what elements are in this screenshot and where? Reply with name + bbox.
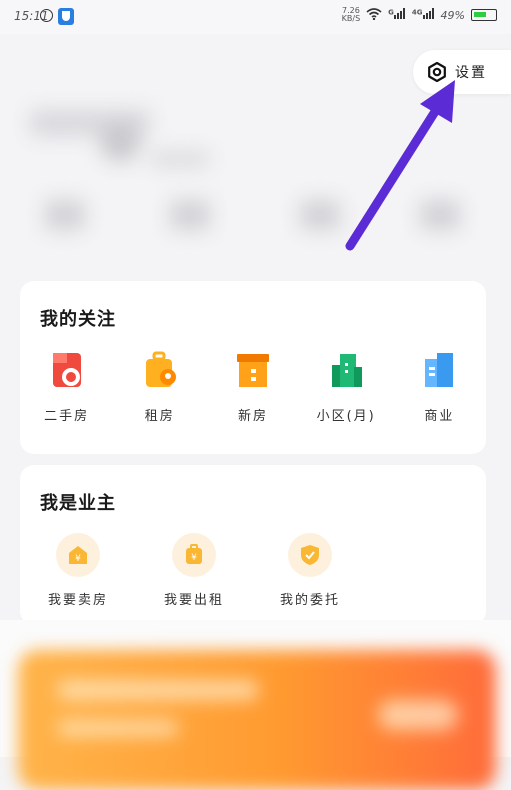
signal-2-icon: 4G	[412, 8, 435, 22]
follow-item-new-house[interactable]: 新房	[206, 351, 299, 424]
rent-luggage-icon	[145, 351, 176, 387]
owner-card: 我是业主 ¥ 我要卖房 ¥ 我要出租 我的委托	[20, 465, 486, 625]
my-follow-title: 我的关注	[40, 309, 116, 330]
signal-2-label: 4G	[411, 8, 423, 17]
follow-item-label: 小区(月)	[316, 409, 376, 424]
battery-icon	[471, 9, 497, 21]
wifi-icon	[366, 7, 382, 23]
svg-text:¥: ¥	[75, 554, 81, 564]
new-house-box-icon	[236, 354, 269, 387]
status-bar: 15:11 7.26 KB/S G 4G 49%	[0, 0, 511, 34]
status-indicators: 7.26 KB/S G 4G 49%	[342, 7, 497, 23]
rent-out-icon: ¥	[172, 533, 216, 577]
signal-1-icon: G	[388, 8, 406, 22]
owner-item-label: 我要出租	[163, 593, 224, 608]
gear-icon	[427, 61, 447, 83]
commercial-building-icon	[425, 353, 454, 387]
owner-items: ¥ 我要卖房 ¥ 我要出租 我的委托	[20, 533, 486, 608]
owner-card-title: 我是业主	[40, 493, 116, 514]
owner-item-label: 我要卖房	[47, 593, 108, 608]
settings-label: 设置	[455, 65, 487, 81]
entrust-shield-icon	[288, 533, 332, 577]
follow-item-label: 二手房	[44, 409, 90, 424]
follow-item-rent[interactable]: 租房	[113, 351, 206, 424]
follow-item-label: 商业	[424, 409, 455, 424]
follow-item-label: 租房	[144, 409, 175, 424]
owner-item-entrust[interactable]: 我的委托	[252, 533, 368, 608]
sell-house-icon: ¥	[56, 533, 100, 577]
battery-percent: 49%	[440, 8, 465, 22]
net-speed-unit: KB/S	[341, 14, 361, 23]
follow-item-community[interactable]: 小区(月)	[300, 351, 393, 424]
svg-text:¥: ¥	[191, 553, 197, 563]
promo-banner-blurred[interactable]	[18, 650, 496, 790]
promo-banner-area	[0, 620, 511, 790]
alarm-clock-icon	[40, 9, 53, 22]
network-speed: 7.26 KB/S	[342, 7, 361, 23]
follow-item-label: 新房	[237, 409, 268, 424]
community-building-icon	[332, 354, 363, 387]
owner-item-label: 我的委托	[279, 593, 340, 608]
settings-button[interactable]: 设置	[413, 50, 511, 94]
owner-item-rent-out[interactable]: ¥ 我要出租	[136, 533, 252, 608]
my-follow-card: 我的关注 二手房 租房 新房 小区(月) 商业	[20, 281, 486, 454]
follow-item-second-hand[interactable]: 二手房	[20, 351, 113, 424]
follow-item-commercial[interactable]: 商业	[393, 351, 486, 424]
owner-item-sell[interactable]: ¥ 我要卖房	[20, 533, 136, 608]
second-hand-house-icon	[52, 353, 81, 387]
follow-items: 二手房 租房 新房 小区(月) 商业	[20, 351, 486, 424]
security-shield-icon	[58, 8, 74, 25]
